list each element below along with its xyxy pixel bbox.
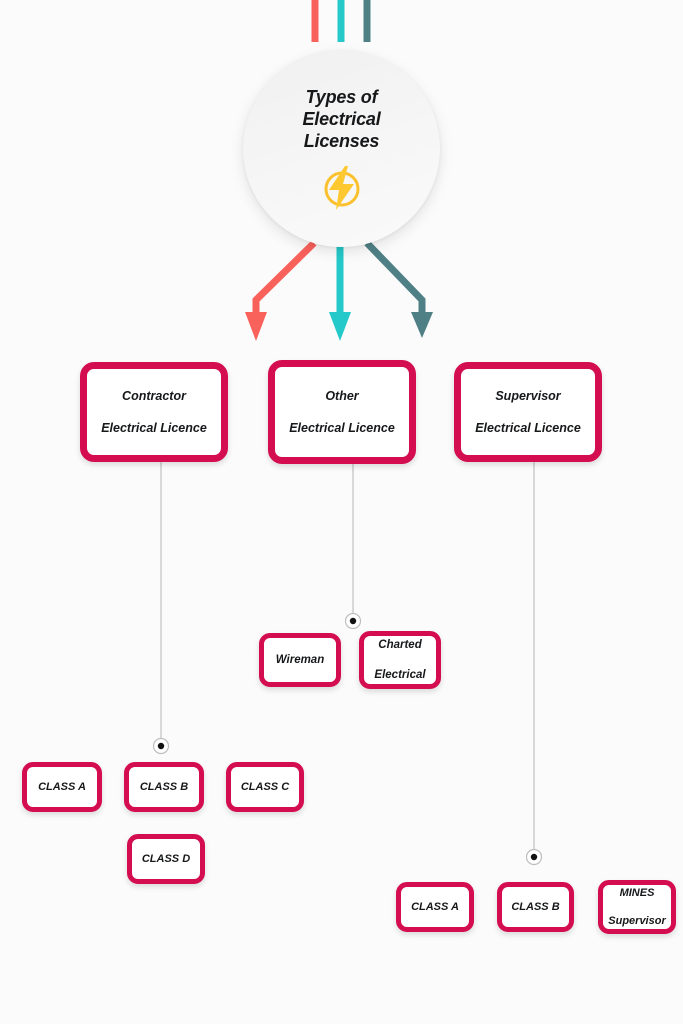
node-other-line-2: Electrical Licence <box>289 421 395 435</box>
node-contractor-class-d-label: CLASS D <box>141 853 191 865</box>
hub-title-line-3: Licenses <box>303 131 380 151</box>
node-contractor-class-c-label: CLASS C <box>240 781 290 793</box>
hub-title: Types of Electrical Licenses <box>302 86 380 152</box>
node-contractor-class-a-label: CLASS A <box>38 781 86 793</box>
node-supervisor-class-b-label: CLASS B <box>511 901 560 913</box>
endpoint-contractor-icon <box>152 737 170 755</box>
node-charted-electrical-line-2: Electrical <box>374 668 426 681</box>
diagram-canvas: Types of Electrical Licenses Contractor … <box>0 0 683 1024</box>
node-contractor-line-2: Electrical Licence <box>101 421 207 435</box>
node-wireman-label: Wireman <box>275 653 325 666</box>
node-contractor-class-a[interactable]: CLASS A <box>22 762 102 812</box>
node-mines-supervisor[interactable]: MINES Supervisor <box>598 880 676 934</box>
node-supervisor-line-2: Electrical Licence <box>475 421 581 435</box>
node-mines-supervisor-line-2: Supervisor <box>608 915 666 927</box>
hub-circle[interactable]: Types of Electrical Licenses <box>243 50 440 247</box>
hub-title-line-2: Electrical <box>302 109 381 129</box>
node-supervisor-class-a[interactable]: CLASS A <box>396 882 474 932</box>
arrow-to-supervisor-head <box>411 312 433 338</box>
arrow-to-other-head <box>329 312 351 341</box>
node-supervisor-electrical-licence[interactable]: Supervisor Electrical Licence <box>454 362 602 462</box>
node-charted-electrical-line-1: Charted <box>378 638 422 651</box>
node-mines-supervisor-line-1: MINES <box>619 887 655 899</box>
node-contractor-line-1: Contractor <box>122 389 186 403</box>
node-supervisor-class-a-label: CLASS A <box>411 901 459 913</box>
arrow-to-contractor-head <box>245 312 267 341</box>
node-wireman[interactable]: Wireman <box>259 633 341 687</box>
lightning-bolt-icon <box>324 166 359 210</box>
node-supervisor-class-b[interactable]: CLASS B <box>497 882 574 932</box>
node-supervisor-line-1: Supervisor <box>495 389 561 403</box>
node-contractor-label: Contractor Electrical Licence <box>93 388 215 436</box>
arrow-to-supervisor-icon <box>364 240 426 318</box>
node-contractor-class-d[interactable]: CLASS D <box>127 834 205 884</box>
node-contractor-class-c[interactable]: CLASS C <box>226 762 304 812</box>
node-other-line-1: Other <box>325 389 359 403</box>
node-charted-electrical-label: Charted Electrical <box>366 638 433 683</box>
node-contractor-class-b-label: CLASS B <box>139 781 189 793</box>
node-other-label: Other Electrical Licence <box>281 388 403 436</box>
arrow-to-contractor-icon <box>252 240 317 318</box>
node-charted-electrical[interactable]: Charted Electrical <box>359 631 441 689</box>
endpoint-other-icon <box>344 612 362 630</box>
endpoint-supervisor-icon <box>525 848 543 866</box>
node-supervisor-label: Supervisor Electrical Licence <box>467 388 589 436</box>
node-contractor-class-b[interactable]: CLASS B <box>124 762 204 812</box>
node-mines-supervisor-label: MINES Supervisor <box>600 886 673 928</box>
hub-title-line-1: Types of <box>305 87 378 107</box>
node-other-electrical-licence[interactable]: Other Electrical Licence <box>268 360 416 464</box>
node-contractor-electrical-licence[interactable]: Contractor Electrical Licence <box>80 362 228 462</box>
